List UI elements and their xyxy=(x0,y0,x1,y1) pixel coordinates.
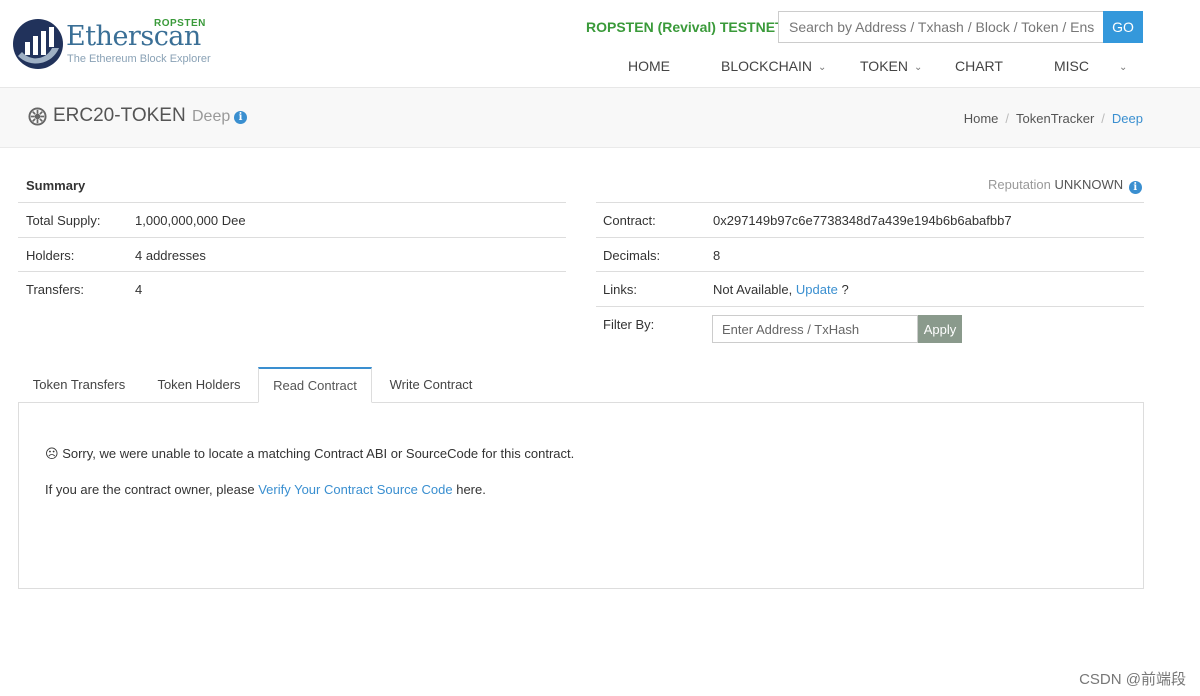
filter-input[interactable] xyxy=(712,315,918,343)
nav-blockchain-label: BLOCKCHAIN xyxy=(721,58,813,74)
network-label: ROPSTEN (Revival) TESTNET xyxy=(586,19,784,35)
summary-row-decimals: Decimals: 8 xyxy=(596,237,1144,272)
row-key: Total Supply: xyxy=(26,213,101,228)
verify-suffix: here. xyxy=(456,482,486,497)
logo-network-label: ROPSTEN xyxy=(154,18,206,29)
reputation-value: UNKNOWN xyxy=(1054,177,1124,192)
token-icon xyxy=(28,107,47,126)
row-key: Transfers: xyxy=(26,282,85,297)
etherscan-logo[interactable]: Etherscan The Ethereum Block Explorer RO… xyxy=(12,16,232,76)
tab-write-contract[interactable]: Write Contract xyxy=(376,367,486,403)
summary-row-holders: Holders: 4 addresses xyxy=(18,237,566,272)
apply-button[interactable]: Apply xyxy=(918,315,962,343)
sad-face-icon: ☹ xyxy=(45,446,59,461)
breadcrumb: Home / TokenTracker / Deep xyxy=(964,111,1143,126)
no-abi-message: ☹ Sorry, we were unable to locate a matc… xyxy=(45,446,574,462)
no-abi-text: Sorry, we were unable to locate a matchi… xyxy=(62,446,575,461)
contract-address-link[interactable]: 0x297149b97c6e7738348d7a439e194b6b6abafb… xyxy=(713,213,1012,228)
read-contract-panel: ☹ Sorry, we were unable to locate a matc… xyxy=(18,402,1144,589)
tab-read-contract[interactable]: Read Contract xyxy=(258,367,372,403)
tab-token-transfers[interactable]: Token Transfers xyxy=(18,367,140,403)
verify-message: If you are the contract owner, please Ve… xyxy=(45,482,486,497)
page-title-bar: ERC20-TOKEN Deep i Home / TokenTracker / Dee… xyxy=(0,88,1200,148)
search-go-button[interactable]: GO xyxy=(1103,11,1143,43)
chevron-down-icon: ⌄ xyxy=(913,62,923,73)
search-input[interactable] xyxy=(778,11,1104,43)
summary-row-transfers: Transfers: 4 xyxy=(18,271,566,306)
nav-chart-label: CHART xyxy=(955,58,1003,74)
summary-row-contract: Contract: 0x297149b97c6e7738348d7a439e19… xyxy=(596,202,1144,237)
breadcrumb-separator: / xyxy=(1101,111,1105,126)
token-name: Deep xyxy=(192,108,231,125)
nav-home-label: HOME xyxy=(628,58,670,74)
reputation-label: Reputation xyxy=(988,177,1051,192)
etherscan-logo-icon xyxy=(13,19,63,69)
row-value: 4 addresses xyxy=(135,248,206,263)
verify-source-link[interactable]: Verify Your Contract Source Code xyxy=(258,482,452,497)
chevron-down-icon: ⌄ xyxy=(1119,62,1128,73)
row-key: Decimals: xyxy=(603,248,661,263)
site-header: Etherscan The Ethereum Block Explorer RO… xyxy=(0,0,1200,88)
nav-chart[interactable]: CHART xyxy=(955,58,1003,76)
nav-token-label: TOKEN xyxy=(860,58,908,74)
chevron-down-icon: ⌄ xyxy=(818,62,827,73)
row-value: Not Available, Update ? xyxy=(713,282,849,297)
tab-token-holders[interactable]: Token Holders xyxy=(144,367,254,403)
nav-misc[interactable]: MISC ⌄ xyxy=(1054,58,1127,76)
nav-misc-label: MISC xyxy=(1054,58,1089,74)
row-key: Filter By: xyxy=(603,317,655,332)
row-key: Links: xyxy=(603,282,637,297)
breadcrumb-tokentracker[interactable]: TokenTracker xyxy=(1016,111,1094,126)
row-value: 8 xyxy=(713,248,721,263)
info-icon[interactable]: i xyxy=(234,111,247,124)
links-help[interactable]: ? xyxy=(841,282,848,297)
breadcrumb-current: Deep xyxy=(1111,111,1143,126)
reputation: Reputation UNKNOWN i xyxy=(988,177,1142,194)
summary-heading: Summary xyxy=(26,178,86,193)
nav-token[interactable]: TOKEN ⌄ xyxy=(860,58,922,76)
breadcrumb-home[interactable]: Home xyxy=(964,111,999,126)
logo-tagline: The Ethereum Block Explorer xyxy=(67,53,211,65)
update-link[interactable]: Update xyxy=(796,282,838,297)
summary-row-filter: Filter By: Apply xyxy=(596,306,1144,350)
summary-row-links: Links: Not Available, Update ? xyxy=(596,271,1144,306)
verify-prefix: If you are the contract owner, please xyxy=(45,482,255,497)
nav-blockchain[interactable]: BLOCKCHAIN ⌄ xyxy=(721,58,826,76)
info-icon[interactable]: i xyxy=(1128,181,1142,194)
summary-row-total-supply: Total Supply: 1,000,000,000 Dee xyxy=(18,202,566,237)
breadcrumb-separator: / xyxy=(1005,111,1010,126)
nav-home[interactable]: HOME xyxy=(628,58,670,76)
links-status: Not Available, xyxy=(713,282,793,297)
row-value: 1,000,000,000 Dee xyxy=(135,213,246,228)
watermark: CSDN @前端段 xyxy=(1079,671,1186,688)
row-value: 4 xyxy=(135,282,143,297)
page-title: ERC20-TOKEN xyxy=(53,105,186,126)
row-key: Contract: xyxy=(603,213,656,228)
row-key: Holders: xyxy=(26,248,75,263)
